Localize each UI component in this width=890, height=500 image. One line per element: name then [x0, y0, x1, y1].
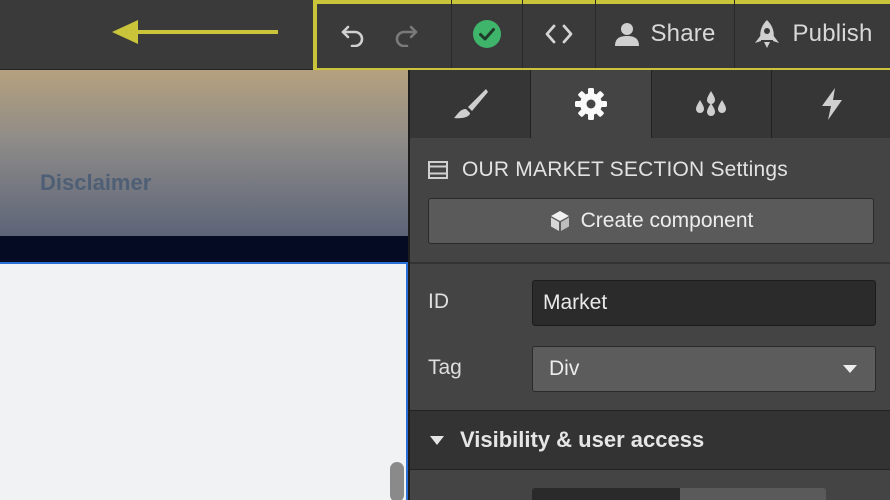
top-toolbar: Share Publish — [0, 0, 890, 72]
id-label: ID — [428, 290, 449, 313]
settings-panel: OUR MARKET SECTION Settings Create compo… — [408, 70, 890, 500]
tag-label: Tag — [428, 356, 462, 379]
arrow-left-icon — [112, 20, 278, 44]
tab-style[interactable] — [410, 70, 531, 138]
canvas-scrollbar[interactable] — [390, 462, 404, 500]
market-section-selected[interactable] — [0, 262, 408, 500]
create-component-label: Create component — [580, 209, 754, 232]
element-fields: ID Market Tag Div — [410, 264, 890, 410]
section-icon — [428, 161, 448, 179]
rocket-icon — [755, 20, 780, 48]
redo-button[interactable] — [386, 0, 426, 68]
undo-button[interactable] — [333, 0, 373, 68]
section-settings-title: OUR MARKET SECTION Settings — [428, 158, 788, 182]
check-circle-icon — [473, 20, 501, 48]
tab-variables[interactable] — [652, 70, 773, 138]
undo-icon — [341, 25, 364, 47]
publish-button[interactable]: Publish — [735, 0, 890, 68]
tab-settings[interactable] — [530, 70, 652, 138]
collapse-caret-icon — [430, 435, 444, 445]
status-button[interactable] — [452, 0, 522, 68]
redo-icon — [395, 25, 418, 47]
dark-band-section[interactable] — [0, 236, 408, 262]
panel-tabs — [410, 70, 890, 138]
share-button[interactable]: Share — [596, 0, 734, 68]
code-icon — [545, 24, 573, 44]
paintbrush-icon — [453, 89, 488, 119]
tab-interactions[interactable] — [772, 70, 890, 138]
publish-label: Publish — [792, 20, 873, 47]
gear-icon — [574, 88, 607, 120]
disclaimer-text[interactable]: Disclaimer — [40, 170, 151, 196]
lightning-icon — [822, 88, 843, 120]
section-title-text: OUR MARKET SECTION Settings — [462, 158, 788, 181]
tag-select[interactable]: Div — [532, 346, 876, 392]
visibility-section-body — [410, 470, 890, 500]
designer-window: Share Publish Disclaimer OUR MARKET SECT… — [0, 0, 890, 500]
chevron-down-icon — [843, 365, 857, 373]
visibility-section-header[interactable]: Visibility & user access — [410, 410, 890, 470]
visibility-option-right[interactable] — [680, 488, 826, 500]
tag-select-value: Div — [549, 357, 580, 380]
share-label: Share — [650, 20, 716, 47]
hero-section[interactable]: Disclaimer — [0, 70, 408, 236]
design-canvas[interactable]: Disclaimer — [0, 70, 408, 500]
id-input[interactable]: Market — [532, 280, 876, 326]
drops-icon — [696, 91, 727, 116]
create-component-button[interactable]: Create component — [428, 198, 874, 244]
code-button[interactable] — [523, 0, 595, 68]
visibility-title: Visibility & user access — [460, 427, 705, 452]
cube-icon — [550, 211, 569, 231]
visibility-option-left[interactable] — [532, 488, 680, 500]
user-icon — [615, 23, 640, 46]
